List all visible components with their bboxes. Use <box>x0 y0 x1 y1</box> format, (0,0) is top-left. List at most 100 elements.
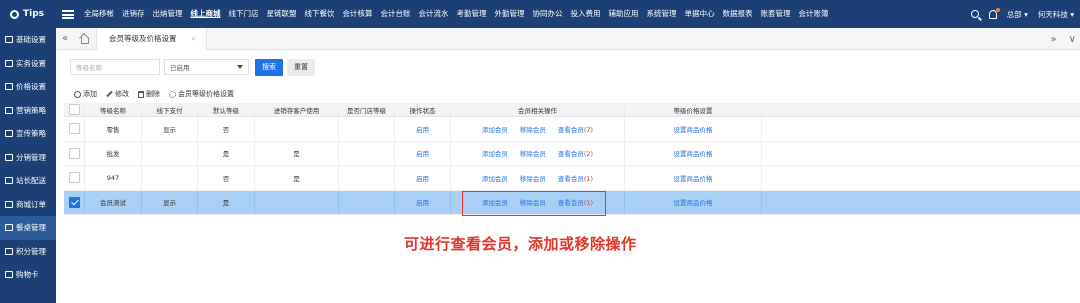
cell-erp-use: 是 <box>255 166 339 190</box>
row-checkbox-cell <box>64 166 85 190</box>
sidebar-item-points[interactable]: 积分管理 <box>0 240 56 264</box>
remove-member-link[interactable]: 移除会员 <box>520 173 546 183</box>
status-toggle-link[interactable]: 启用 <box>416 173 429 183</box>
menu-item-active[interactable]: 线上商城 <box>187 0 225 28</box>
tab-bar: « 会员等级及价格设置 × » ∨ <box>56 27 1080 50</box>
header-checkbox-cell <box>64 103 85 116</box>
cell-default-level: 是 <box>198 141 255 165</box>
status-toggle-link[interactable]: 启用 <box>416 124 429 134</box>
price-setting-button[interactable]: 会员等级价格设置 <box>169 89 234 99</box>
sidebar-item-marketing[interactable]: 营销策略 <box>0 99 56 123</box>
tag-icon <box>5 83 13 91</box>
view-member-link[interactable]: 查看会员(7) <box>558 124 593 134</box>
cell-price-setting: 设置商品价格 <box>625 117 762 141</box>
sidebar-item-delivery[interactable]: 站长配送 <box>0 169 56 193</box>
row-checkbox[interactable] <box>68 172 80 184</box>
doc-icon <box>5 106 13 114</box>
cell-level-name: 批发 <box>85 141 142 165</box>
cell-member-ops: 添加会员 移除会员 查看会员(1) <box>451 166 625 190</box>
edit-button[interactable]: 修改 <box>106 89 129 99</box>
search-button[interactable]: 搜索 <box>255 58 283 76</box>
row-checkbox[interactable] <box>68 147 80 159</box>
menu-item[interactable]: 考勤管理 <box>453 0 491 28</box>
set-price-link[interactable]: 设置商品价格 <box>674 124 713 134</box>
menu-item[interactable]: 数据报表 <box>719 0 757 28</box>
sidebar-item-practice-settings[interactable]: 实务设置 <box>0 52 56 76</box>
menu-item[interactable]: 投入费用 <box>567 0 605 28</box>
menu-item[interactable]: 账套管理 <box>757 0 795 28</box>
menu-item[interactable]: 会计账簿 <box>795 0 833 28</box>
close-icon[interactable]: × <box>191 35 197 43</box>
sidebar-item-price-settings[interactable]: 价格设置 <box>0 75 56 99</box>
member-count: (7) <box>583 125 594 134</box>
bell-icon[interactable] <box>988 7 1000 19</box>
add-button[interactable]: 添加 <box>74 89 97 99</box>
set-price-link[interactable]: 设置商品价格 <box>674 173 713 183</box>
sidebar-item-label: 餐桌管理 <box>16 223 46 233</box>
status-select-value: 已启用 <box>170 64 190 72</box>
sidebar-item-basic-settings[interactable]: 基础设置 <box>0 28 56 52</box>
remove-member-link[interactable]: 移除会员 <box>520 148 546 158</box>
tab-prev-button[interactable]: « <box>56 33 74 44</box>
column-header-empty <box>762 103 1080 116</box>
sidebar-item-promotion[interactable]: 宣传策略 <box>0 122 56 146</box>
add-member-link[interactable]: 添加会员 <box>482 173 508 183</box>
cell-status: 启用 <box>395 166 451 190</box>
menu-item[interactable]: 协同办公 <box>529 0 567 28</box>
row-checkbox-checked[interactable] <box>68 196 80 208</box>
status-select[interactable]: 已启用 <box>164 59 249 75</box>
level-name-input[interactable]: 等级名称 <box>70 59 160 75</box>
set-price-link[interactable]: 设置商品价格 <box>674 148 713 158</box>
cell-price-setting: 设置商品价格 <box>625 190 762 214</box>
add-member-link[interactable]: 添加会员 <box>482 148 508 158</box>
tab-controls: » ∨ <box>1051 28 1076 50</box>
view-member-link[interactable]: 查看会员(1) <box>558 173 593 183</box>
select-all-checkbox[interactable] <box>68 104 80 115</box>
home-icon[interactable] <box>74 28 96 50</box>
menu-item[interactable]: 会计台账 <box>377 0 415 28</box>
company-selector[interactable]: 总部 ▾ <box>1007 9 1028 20</box>
menu-toggle-icon[interactable] <box>62 9 74 19</box>
sidebar-item-mall-orders[interactable]: 商城订单 <box>0 193 56 217</box>
remove-member-link[interactable]: 移除会员 <box>520 124 546 134</box>
cell-default-level: 否 <box>198 117 255 141</box>
menu-item[interactable]: 进销存 <box>118 0 149 28</box>
delete-button[interactable]: 删除 <box>138 89 160 99</box>
menu-item[interactable]: 线下餐饮 <box>301 0 339 28</box>
menu-item[interactable]: 星链联盟 <box>263 0 301 28</box>
tab-next-button[interactable]: » <box>1051 34 1057 45</box>
set-price-link[interactable]: 设置商品价格 <box>674 197 713 207</box>
reset-button[interactable]: 重置 <box>287 58 315 76</box>
status-toggle-link[interactable]: 启用 <box>416 197 429 207</box>
menu-item[interactable]: 会计流水 <box>415 0 453 28</box>
menu-item[interactable]: 全局移帐 <box>80 0 118 28</box>
user-menu[interactable]: 何天科技 ▾ <box>1038 9 1074 20</box>
sidebar-item-table-management[interactable]: 餐桌管理 <box>0 216 56 240</box>
brand[interactable]: Tips <box>0 9 56 19</box>
table-row[interactable]: 947 否 是 启用 添加会员 移除会员 查看会员(1) 设置商品价格 <box>64 166 1080 191</box>
table-row[interactable]: 批发 是 是 启用 添加会员 移除会员 查看会员(2) 设置商品价格 <box>64 141 1080 166</box>
sidebar-item-distribution[interactable]: 分销管理 <box>0 146 56 170</box>
plus-circle-icon <box>74 90 81 98</box>
menu-item[interactable]: 系统管理 <box>643 0 681 28</box>
cell-store-level <box>339 141 395 165</box>
view-member-link[interactable]: 查看会员(2) <box>558 148 593 158</box>
table-row[interactable]: 零售 显示 否 启用 添加会员 移除会员 查看会员(7) 设置商品价格 <box>64 117 1080 142</box>
sidebar-item-label: 宣传策略 <box>16 129 46 139</box>
chevron-down-icon[interactable]: ∨ <box>1069 34 1076 45</box>
menu-item[interactable]: 单据中心 <box>681 0 719 28</box>
cell-erp-use: 是 <box>255 141 339 165</box>
add-member-link[interactable]: 添加会员 <box>482 124 508 134</box>
menu-item[interactable]: 辅助应用 <box>605 0 643 28</box>
menu-item[interactable]: 外勤管理 <box>491 0 529 28</box>
menu-item[interactable]: 会计核算 <box>339 0 377 28</box>
row-checkbox[interactable] <box>68 123 80 135</box>
tab-member-level[interactable]: 会员等级及价格设置 × <box>96 27 208 50</box>
status-toggle-link[interactable]: 启用 <box>416 148 429 158</box>
search-icon[interactable] <box>970 10 979 18</box>
menu-item[interactable]: 出纳管理 <box>149 0 187 28</box>
member-count: (2) <box>583 150 594 159</box>
menu-item[interactable]: 线下门店 <box>225 0 263 28</box>
cell-offline-pay: 显示 <box>142 117 198 141</box>
sidebar-item-shopping-card[interactable]: 购物卡 <box>0 263 56 287</box>
